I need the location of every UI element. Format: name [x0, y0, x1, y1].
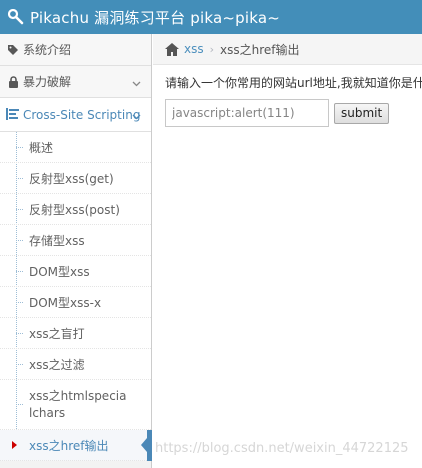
url-input[interactable]	[165, 99, 329, 127]
tag-icon	[6, 43, 20, 57]
breadcrumb-current: xss之href输出	[220, 42, 300, 57]
sidebar-item-bruteforce[interactable]: 暴力破解	[0, 66, 151, 98]
top-navbar: Pikachu 漏洞练习平台 pika~pika~	[0, 0, 422, 34]
sidebar-item-label: 存储型xss	[29, 233, 85, 248]
sidebar-item-label: DOM型xss	[29, 264, 90, 279]
app-title[interactable]: Pikachu 漏洞练习平台 pika~pika~	[30, 7, 280, 28]
sidebar-subitem-dom[interactable]: DOM型xss	[0, 256, 151, 287]
sidebar-subitem-reflected-get[interactable]: 反射型xss(get)	[0, 163, 151, 194]
sidebar-item-xss[interactable]: Cross-Site Scripting	[0, 98, 151, 132]
chevron-down-icon	[132, 109, 141, 123]
chevron-down-icon	[132, 76, 141, 90]
url-form: submit	[165, 99, 422, 127]
instruction-text: 请输入一个你常用的网站url地址,我就知道你是什么	[165, 76, 422, 90]
sidebar-item-label: 系统介绍	[23, 43, 72, 57]
lock-icon	[6, 75, 20, 89]
sidebar-item-intro[interactable]: 系统介绍	[0, 34, 151, 66]
main-content: xss › xss之href输出 请输入一个你常用的网站url地址,我就知道你是…	[153, 34, 422, 468]
sidebar-item-label: xss之过滤	[29, 357, 85, 372]
sidebar-subitem-htmlspecialchars[interactable]: xss之htmlspecialchars	[0, 380, 151, 430]
home-icon[interactable]	[165, 42, 179, 56]
sidebar-subitem-blind[interactable]: xss之盲打	[0, 318, 151, 349]
sidebar-subitem-stored[interactable]: 存储型xss	[0, 225, 151, 256]
sidebar: 系统介绍 暴力破解 Cross-Site Scripting 概述 反射型xss…	[0, 34, 152, 468]
wrench-icon	[8, 9, 24, 25]
sidebar-item-label: xss之盲打	[29, 326, 85, 341]
sidebar-item-label: 暴力破解	[23, 75, 72, 89]
sidebar-item-label: xss之href输出	[29, 438, 109, 453]
breadcrumb-link-xss[interactable]: xss	[184, 42, 204, 56]
xss-submenu: 概述 反射型xss(get) 反射型xss(post) 存储型xss DOM型x…	[0, 132, 152, 461]
sidebar-subitem-href-output[interactable]: xss之href输出	[0, 430, 152, 461]
sidebar-item-label: DOM型xss-x	[29, 295, 102, 310]
sidebar-subitem-dom-x[interactable]: DOM型xss-x	[0, 287, 151, 318]
watermark: https://blog.csdn.net/weixin_44722125	[155, 441, 409, 456]
sidebar-subitem-overview[interactable]: 概述	[0, 132, 151, 163]
sidebar-subitem-reflected-post[interactable]: 反射型xss(post)	[0, 194, 151, 225]
sidebar-item-label: Cross-Site Scripting	[23, 107, 141, 122]
breadcrumb: xss › xss之href输出	[153, 34, 422, 65]
sidebar-item-label: 反射型xss(get)	[29, 171, 114, 186]
sidebar-item-label: 概述	[29, 140, 54, 155]
sidebar-item-label: xss之htmlspecialchars	[29, 388, 127, 420]
breadcrumb-separator-icon: ›	[209, 42, 215, 56]
sidebar-subitem-filter[interactable]: xss之过滤	[0, 349, 151, 380]
list-tree-icon	[6, 107, 20, 122]
active-indicator-icon	[12, 441, 17, 449]
sidebar-item-label: 反射型xss(post)	[29, 202, 120, 217]
submit-button[interactable]: submit	[334, 102, 390, 124]
